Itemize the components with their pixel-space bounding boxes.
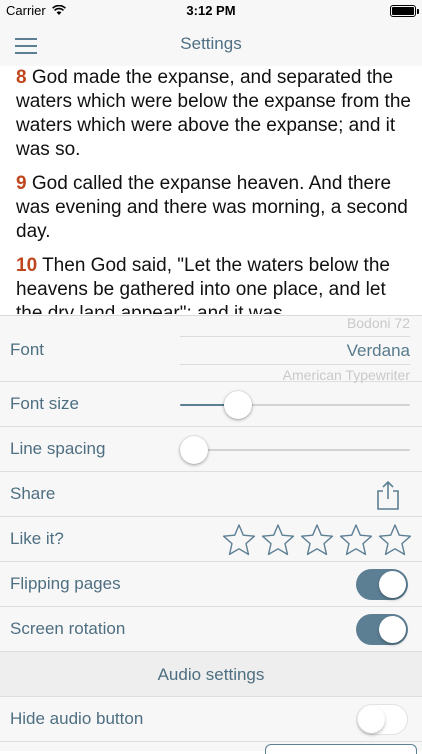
audio-settings-header: Audio settings	[0, 652, 422, 697]
star-icon[interactable]	[261, 523, 295, 557]
page-title: Settings	[180, 34, 242, 53]
star-rating[interactable]	[222, 523, 412, 557]
slider-thumb[interactable]	[180, 436, 208, 464]
flipping-pages-label: Flipping pages	[10, 574, 121, 593]
line-spacing-row: Line spacing	[0, 427, 422, 472]
scripture-text: 8 God made the expanse, and separated th…	[16, 66, 416, 314]
flipping-pages-row: Flipping pages	[0, 562, 422, 607]
toggle-knob	[379, 571, 406, 598]
font-option-american-typewriter[interactable]: American Typewriter	[283, 367, 410, 383]
rating-row: Like it?	[0, 517, 422, 562]
partial-control[interactable]	[265, 744, 417, 754]
font-label: Font	[10, 340, 45, 359]
verse-number: 10	[16, 255, 38, 276]
toggle-knob	[358, 706, 385, 733]
font-picker[interactable]: Bodoni 72 Verdana American Typewriter	[180, 315, 410, 383]
line-spacing-slider[interactable]	[180, 435, 410, 465]
share-icon[interactable]	[374, 479, 402, 511]
settings-panel: Font Bodoni 72 Verdana American Typewrit…	[0, 315, 422, 751]
verse-text: God made the expanse, and separated the …	[16, 67, 411, 160]
rating-label: Like it?	[10, 529, 64, 548]
verse-number: 9	[16, 173, 27, 194]
star-icon[interactable]	[339, 523, 373, 557]
verse-9: 9 God called the expanse heaven. And the…	[16, 172, 416, 244]
verse-text: God called the expanse heaven. And there…	[16, 173, 408, 242]
screen-rotation-toggle[interactable]	[356, 614, 408, 645]
font-option-bodoni[interactable]: Bodoni 72	[347, 315, 410, 331]
screen-rotation-row: Screen rotation	[0, 607, 422, 652]
font-row: Font Bodoni 72 Verdana American Typewrit…	[0, 315, 422, 383]
battery-icon	[390, 5, 419, 17]
share-label: Share	[10, 484, 56, 503]
hide-audio-label: Hide audio button	[10, 709, 144, 728]
hide-audio-toggle[interactable]	[356, 704, 408, 735]
slider-thumb[interactable]	[224, 391, 252, 419]
share-row[interactable]: Share	[0, 472, 422, 517]
verse-8: 8 God made the expanse, and separated th…	[16, 66, 416, 162]
screen-rotation-label: Screen rotation	[10, 619, 126, 638]
toggle-knob	[379, 616, 406, 643]
font-size-slider[interactable]	[180, 390, 410, 420]
font-option-selected[interactable]: Verdana	[347, 341, 410, 361]
flipping-pages-toggle[interactable]	[356, 569, 408, 600]
star-icon[interactable]	[378, 523, 412, 557]
font-size-row: Font size	[0, 382, 422, 427]
star-icon[interactable]	[222, 523, 256, 557]
verse-text: Then God said, "Let the waters below the…	[16, 255, 390, 314]
line-spacing-label: Line spacing	[10, 439, 106, 458]
status-time: 3:12 PM	[186, 3, 236, 18]
font-size-label: Font size	[10, 394, 79, 413]
verse-10: 10 Then God said, "Let the waters below …	[16, 254, 416, 314]
slider-track	[180, 449, 410, 451]
hide-audio-row: Hide audio button	[0, 697, 422, 742]
star-icon[interactable]	[300, 523, 334, 557]
verse-number: 8	[16, 67, 27, 88]
